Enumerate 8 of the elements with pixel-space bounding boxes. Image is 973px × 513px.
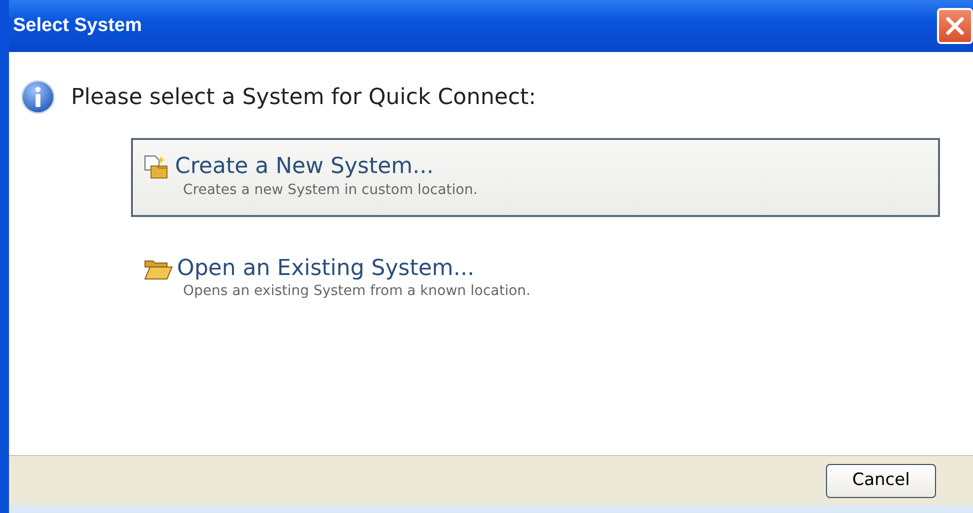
- info-icon: [21, 80, 55, 114]
- cancel-button[interactable]: Cancel: [826, 464, 936, 498]
- prompt-text: Please select a System for Quick Connect:: [71, 84, 536, 112]
- window-title: Select System: [13, 14, 142, 38]
- close-icon: [944, 15, 966, 37]
- close-button[interactable]: [937, 8, 973, 44]
- option-button[interactable]: Create a New System... Creates a new System in custom location.: [131, 138, 940, 217]
- option-button[interactable]: Open an Existing System... Opens an existing System from a known location.: [131, 241, 940, 318]
